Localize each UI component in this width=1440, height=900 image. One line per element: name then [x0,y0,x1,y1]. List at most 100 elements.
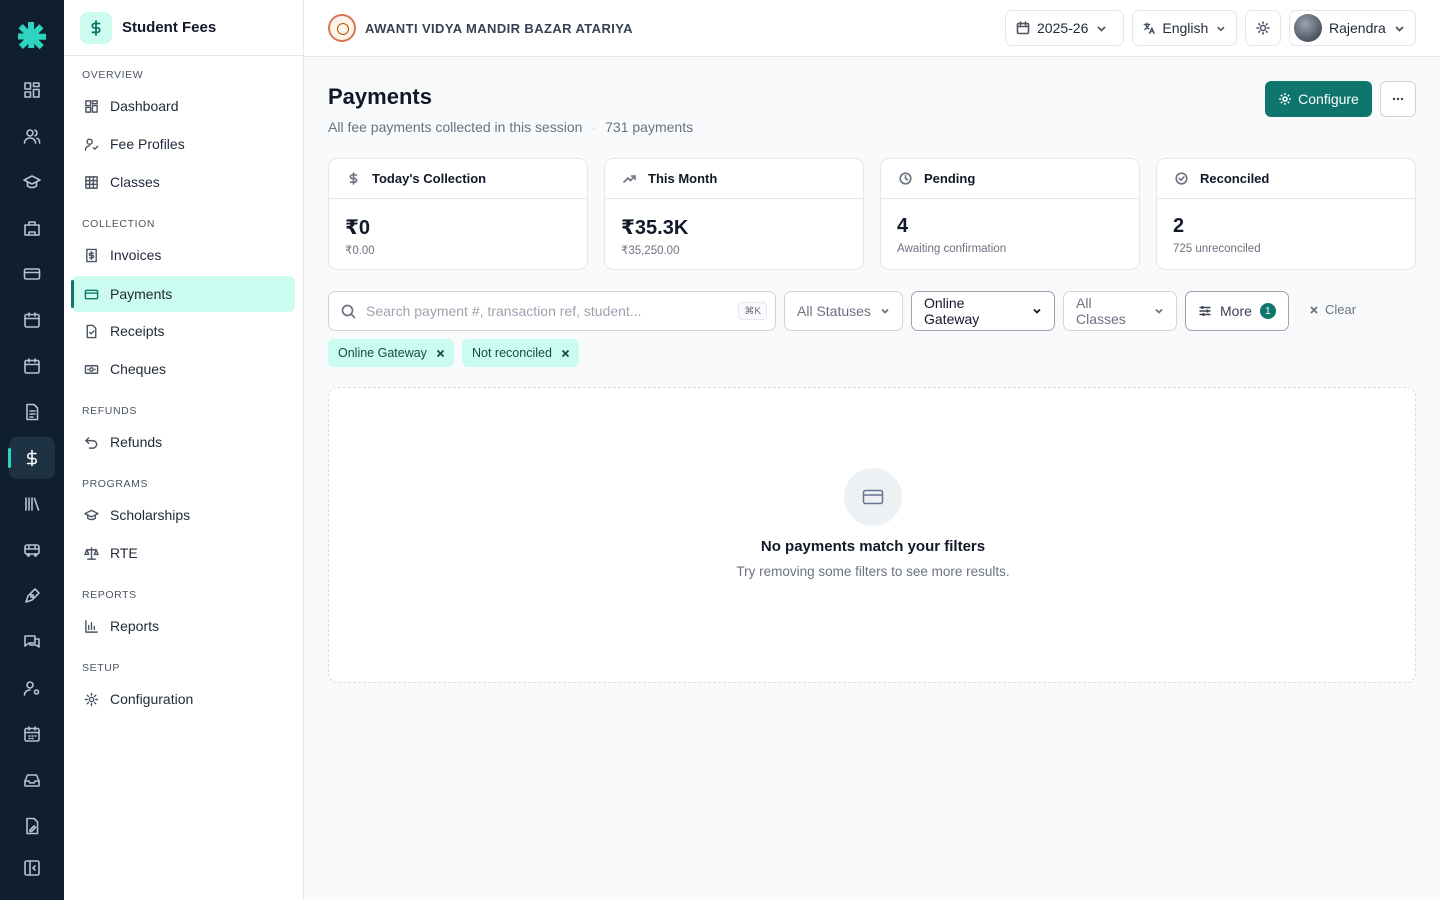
user-menu[interactable]: Rajendra [1289,10,1416,46]
stat-label: Pending [924,171,976,186]
empty-state-icon-wrap [844,468,902,526]
section-refunds: REFUNDS [82,405,137,417]
search-input[interactable] [366,303,726,319]
rail-library-icon[interactable] [9,483,55,525]
theme-toggle[interactable] [1245,10,1281,46]
session-selector[interactable]: 2025-26 [1005,10,1124,46]
clear-filters-button[interactable]: Clear [1309,302,1356,317]
sidebar-item-label: Classes [110,174,160,190]
search-box: ⌘K [328,291,776,331]
separator-dot: · [591,119,597,135]
sidebar-item-invoices[interactable]: Invoices [72,237,295,273]
rail-card-icon[interactable] [9,253,55,295]
status-filter[interactable]: All Statuses [784,291,903,331]
dashboard-icon [85,99,98,113]
rail-calendar-icon[interactable] [9,299,55,341]
chip-remove-icon[interactable] [561,349,570,358]
rail-user-settings-icon[interactable] [9,667,55,709]
rail-fees-icon[interactable] [8,437,55,479]
search-icon [341,304,356,319]
translate-icon [1143,22,1155,35]
trending-up-icon [623,175,636,183]
gear-icon [1279,93,1291,105]
grid-icon [85,175,98,189]
stat-card-month: This Month ₹35.3K ₹35,250.00 [604,158,864,270]
stat-card-today: Today's Collection ₹0 ₹0.00 [328,158,588,270]
class-filter-value: All Classes [1076,295,1126,327]
sidebar-item-label: Fee Profiles [110,136,185,152]
stat-sub: ₹35,250.00 [621,245,680,257]
rail-schedule-icon[interactable] [9,713,55,755]
sidebar-item-cheques[interactable]: Cheques [72,351,295,387]
filter-chip-reconciliation: Not reconciled [462,339,579,367]
sidebar-item-fee-profiles[interactable]: Fee Profiles [72,126,295,162]
scale-icon [84,546,99,560]
stat-card-pending: Pending 4 Awaiting confirmation [880,158,1140,270]
configure-button[interactable]: Configure [1265,81,1372,117]
rail-bus-icon[interactable] [9,529,55,571]
chip-label: Not reconciled [472,346,552,360]
more-filters-button[interactable]: More 1 [1185,291,1289,331]
close-icon [1310,305,1318,314]
chip-remove-icon[interactable] [436,349,445,358]
stat-sub: ₹0.00 [345,245,375,257]
rail-calendar-alt-icon[interactable] [9,345,55,387]
rail-people-icon[interactable] [9,115,55,157]
sidebar-item-label: Reports [110,618,160,634]
more-actions-button[interactable] [1380,81,1416,117]
section-programs: PROGRAMS [82,478,149,490]
module-sidebar: Student Fees OVERVIEW Dashboard Fee Prof… [64,0,304,900]
sidebar-item-label: Scholarships [110,507,191,523]
sidebar-item-label: Configuration [110,691,194,707]
dollar-icon [349,172,358,185]
sidebar-item-refunds[interactable]: Refunds [72,424,295,460]
page-subtitle: All fee payments collected in this sessi… [328,119,693,135]
clear-label: Clear [1325,302,1357,317]
sidebar-item-dashboard[interactable]: Dashboard [72,88,295,124]
top-bar: AWANTI VIDYA MANDIR BAZAR ATARIYA 2025-2… [304,0,1440,57]
section-collection: COLLECTION [82,218,156,230]
stat-value: 2 [1173,215,1185,237]
sidebar-item-receipts[interactable]: Receipts [72,313,295,349]
school-identity[interactable]: AWANTI VIDYA MANDIR BAZAR ATARIYA [328,14,633,42]
sidebar-item-label: Cheques [110,361,167,377]
invoice-icon [86,248,97,262]
rail-dashboard-icon[interactable] [9,69,55,111]
section-setup: SETUP [82,662,121,674]
app-logo-icon[interactable] [16,20,46,50]
sidebar-item-payments[interactable]: Payments [71,276,295,312]
payment-count: 731 payments [605,119,694,135]
rail-collapse-icon[interactable] [9,847,55,889]
sidebar-item-reports[interactable]: Reports [72,608,295,644]
class-filter[interactable]: All Classes [1063,291,1177,331]
rail-messages-icon[interactable] [9,621,55,663]
stat-label: Reconciled [1200,171,1270,186]
stat-value: ₹0 [345,217,371,239]
rail-file-edit-icon[interactable] [9,805,55,847]
credit-card-icon [84,289,99,299]
more-filters-label: More [1220,303,1252,319]
sidebar-item-label: Refunds [110,434,163,450]
rail-pen-icon[interactable] [9,575,55,617]
rail-inbox-icon[interactable] [9,759,55,801]
rail-building-icon[interactable] [9,207,55,249]
sidebar-item-configuration[interactable]: Configuration [72,681,295,717]
user-name: Rajendra [1329,20,1386,36]
gear-icon [84,692,99,706]
method-filter[interactable]: Online Gateway [911,291,1055,331]
page-title: Payments [328,84,432,109]
method-filter-value: Online Gateway [924,295,980,327]
stat-sub: 725 unreconciled [1173,243,1261,255]
sidebar-item-scholarships[interactable]: Scholarships [72,497,295,533]
school-name: AWANTI VIDYA MANDIR BAZAR ATARIYA [365,20,633,36]
language-selector[interactable]: English [1132,10,1237,46]
chevron-down-icon [1097,25,1107,32]
clock-icon [899,172,912,185]
chip-label: Online Gateway [338,346,427,360]
rail-document-icon[interactable] [9,391,55,433]
sidebar-item-classes[interactable]: Classes [72,164,295,200]
sidebar-item-rte[interactable]: RTE [72,535,295,571]
sidebar-item-label: Receipts [110,323,165,339]
rail-graduation-icon[interactable] [9,161,55,203]
configure-label: Configure [1298,91,1359,107]
